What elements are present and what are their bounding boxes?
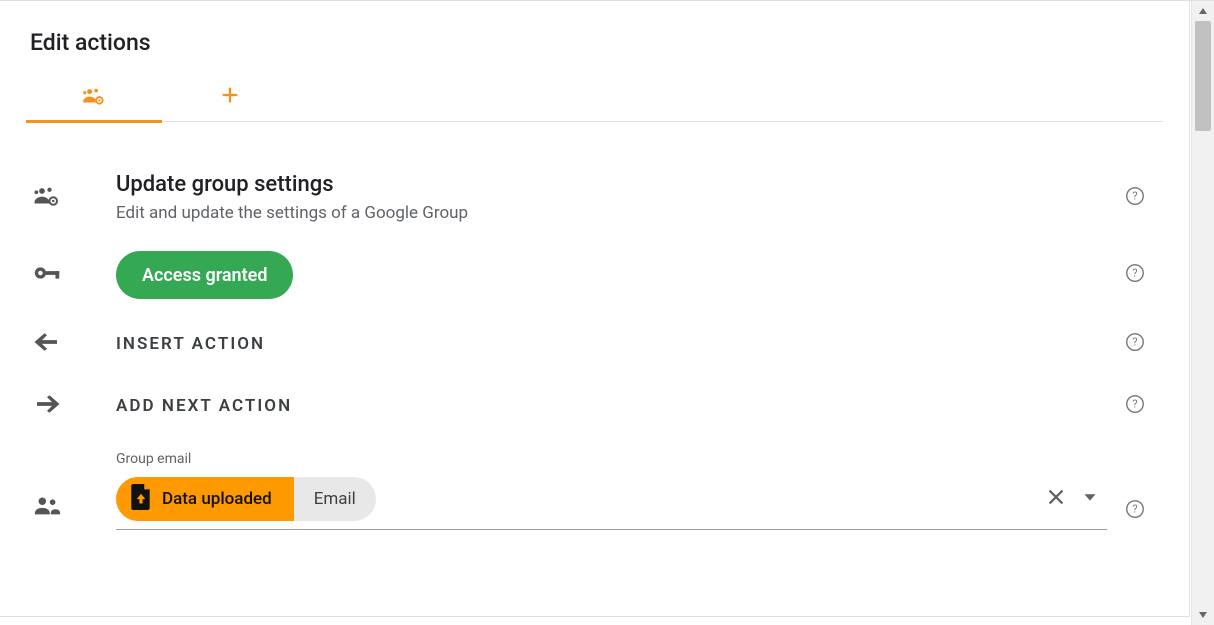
action-header-body: Update group settings Edit and update th… [98, 172, 1107, 223]
insert-body: INSERT ACTION [98, 334, 1107, 354]
help-action-header[interactable]: ? [1107, 185, 1163, 211]
chip-email[interactable]: Email [294, 477, 376, 521]
tab-add[interactable] [162, 74, 298, 122]
scroll-down-button[interactable] [1192, 605, 1214, 625]
group-email-label: Group email [116, 451, 1107, 467]
svg-text:?: ? [1132, 503, 1137, 516]
rows: Update group settings Edit and update th… [0, 122, 1189, 530]
scroll-up-button[interactable] [1192, 1, 1214, 21]
action-title: Update group settings [116, 172, 1107, 197]
access-icon-col [26, 258, 98, 292]
arrow-left-icon [32, 327, 62, 361]
row-insert-action[interactable]: INSERT ACTION ? [26, 313, 1163, 375]
svg-text:?: ? [1132, 398, 1137, 411]
tab-group-settings[interactable] [26, 74, 162, 122]
chip-actions [1045, 486, 1107, 512]
svg-text:?: ? [1132, 336, 1137, 349]
svg-text:?: ? [1132, 189, 1137, 202]
help-icon: ? [1124, 498, 1146, 524]
scroll-track[interactable] [1192, 21, 1214, 605]
help-group-email[interactable]: ? [1107, 498, 1163, 530]
row-add-next-action[interactable]: ADD NEXT ACTION ? [26, 375, 1163, 437]
help-icon: ? [1124, 393, 1146, 419]
access-body: Access granted [98, 251, 1107, 299]
help-add-next[interactable]: ? [1107, 393, 1163, 419]
insert-icon-col [26, 327, 98, 361]
add-next-action-label: ADD NEXT ACTION [116, 396, 1107, 416]
chip-data-uploaded[interactable]: Data uploaded [116, 477, 294, 521]
help-insert[interactable]: ? [1107, 331, 1163, 357]
help-icon: ? [1124, 185, 1146, 211]
clear-icon[interactable] [1045, 486, 1067, 512]
plus-icon [217, 83, 243, 113]
file-upload-icon [130, 484, 152, 515]
group-email-icon-col [26, 490, 98, 530]
chip-primary-label: Data uploaded [162, 489, 272, 509]
action-header-icon-col [26, 181, 98, 215]
content-area: Edit actions [0, 1, 1190, 617]
arrow-right-icon [32, 389, 62, 423]
help-icon: ? [1124, 262, 1146, 288]
row-group-email: Group email [26, 437, 1163, 530]
add-next-body: ADD NEXT ACTION [98, 396, 1107, 416]
add-next-icon-col [26, 389, 98, 423]
row-access: Access granted ? [26, 237, 1163, 313]
group-email-body: Group email [98, 451, 1107, 530]
action-subtitle: Edit and update the settings of a Google… [116, 203, 1107, 223]
viewport: Edit actions [0, 0, 1214, 625]
chip-secondary-label: Email [314, 489, 356, 509]
group-settings-icon [81, 85, 107, 111]
key-icon [32, 258, 62, 292]
page-title: Edit actions [0, 1, 1189, 74]
group-settings-icon [32, 181, 62, 215]
dropdown-icon[interactable] [1079, 486, 1101, 512]
members-icon [32, 490, 62, 524]
group-email-input[interactable]: Data uploaded Email [116, 477, 1107, 530]
scroll-thumb[interactable] [1195, 21, 1211, 131]
row-action-header: Update group settings Edit and update th… [26, 158, 1163, 237]
chip-group: Data uploaded Email [116, 477, 376, 521]
insert-action-label: INSERT ACTION [116, 334, 1107, 354]
svg-text:?: ? [1132, 267, 1137, 280]
help-icon: ? [1124, 331, 1146, 357]
tab-bar [26, 74, 1163, 122]
access-granted-badge[interactable]: Access granted [116, 251, 293, 299]
vertical-scrollbar[interactable] [1191, 1, 1214, 625]
help-access[interactable]: ? [1107, 262, 1163, 288]
